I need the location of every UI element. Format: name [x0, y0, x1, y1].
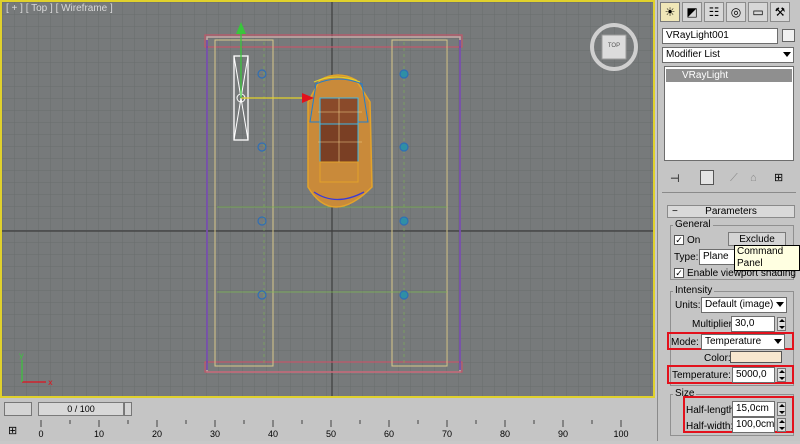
modifier-stack[interactable]: VRayLight — [664, 66, 794, 161]
ruler-tick-label: 30 — [210, 429, 220, 439]
color-label: Color: — [704, 353, 731, 364]
temperature-label: Temperature: — [672, 370, 731, 381]
timeline-prev-button[interactable] — [4, 402, 32, 416]
ruler-tick-label: 100 — [613, 429, 628, 439]
display-tab-monitor-icon[interactable]: ▭ — [748, 2, 768, 22]
half-length-label: Half-length: — [686, 405, 738, 416]
mode-value: Temperature — [705, 336, 762, 347]
half-width-field[interactable]: 100,0cm — [732, 417, 775, 433]
temperature-spinner[interactable] — [777, 368, 786, 382]
car-wireframe — [307, 74, 373, 208]
ruler-tick-label: 10 — [94, 429, 104, 439]
ruler-tick-label: 50 — [326, 429, 336, 439]
command-panel-tooltip: Command Panel — [734, 245, 800, 271]
viewport-shading-checkbox[interactable]: ✓ — [674, 268, 684, 278]
ruler-tick-label: 70 — [442, 429, 452, 439]
motion-tab-icon[interactable]: ◎ — [726, 2, 746, 22]
rollout-collapse-icon: − — [672, 206, 678, 217]
multiplier-label: Multiplier: — [692, 319, 735, 330]
type-value: Plane — [703, 251, 729, 262]
timeline-next-button[interactable] — [124, 402, 132, 416]
frame-ruler-ticks: 0 10 20 30 40 50 60 70 80 90 100 — [38, 420, 629, 439]
viewcube-top-label[interactable]: TOP — [602, 43, 626, 49]
svg-text:y: y — [19, 351, 24, 360]
color-swatch[interactable] — [730, 351, 782, 363]
chevron-down-icon — [774, 339, 782, 344]
on-checkbox[interactable]: ✓ — [674, 235, 684, 245]
show-end-result-icon[interactable] — [700, 170, 714, 185]
intensity-group-title: Intensity — [673, 285, 715, 296]
remove-modifier-icon[interactable]: ⌂ — [750, 172, 757, 184]
object-color-swatch[interactable] — [782, 29, 795, 42]
multiplier-spinner[interactable] — [777, 317, 786, 331]
half-width-spinner[interactable] — [777, 418, 786, 432]
ruler-tick-label: 40 — [268, 429, 278, 439]
pin-stack-icon[interactable]: ⊣ — [670, 172, 680, 185]
modify-tab-icon[interactable]: ◩ — [682, 2, 702, 22]
units-dropdown[interactable]: Default (image) — [701, 297, 787, 313]
exclude-button[interactable]: Exclude — [728, 232, 786, 246]
units-value: Default (image) — [705, 299, 774, 310]
mode-dropdown[interactable]: Temperature — [701, 334, 785, 350]
viewport-label[interactable]: [ + ] [ Top ] [ Wireframe ] — [6, 3, 113, 14]
stack-toolbar: ⊣ ⟋ ⌂ ⊞ — [664, 170, 794, 188]
divider — [662, 192, 796, 193]
svg-text:x: x — [48, 378, 53, 387]
make-unique-icon[interactable]: ⟋ — [730, 172, 738, 185]
parameters-rollout-header[interactable]: − Parameters — [667, 205, 795, 218]
temperature-field[interactable]: 5000,0 — [732, 367, 775, 383]
command-panel-tabs: ☀ ◩ ☷ ◎ ▭ ⚒ — [660, 2, 799, 22]
on-label: On — [687, 235, 701, 246]
general-group-title: General — [673, 219, 713, 230]
modifier-list-label: Modifier List — [666, 49, 720, 60]
top-viewport[interactable]: [ + ] [ Top ] [ Wireframe ] x y TOP — [0, 0, 655, 398]
hierarchy-tab-icon[interactable]: ☷ — [704, 2, 724, 22]
type-label: Type: — [674, 252, 699, 263]
configure-sets-icon[interactable]: ⊞ — [774, 171, 783, 184]
chevron-down-icon — [783, 52, 791, 57]
frame-ruler[interactable]: 0 10 20 30 40 50 60 70 80 90 100 — [36, 420, 656, 441]
create-tab-sun-icon[interactable]: ☀ — [660, 2, 680, 22]
half-width-label: Half-width: — [686, 421, 734, 432]
ruler-tick-label: 20 — [152, 429, 162, 439]
track-bar-icon[interactable]: ⊞ — [8, 424, 17, 437]
ruler-tick-label: 80 — [500, 429, 510, 439]
ruler-tick-label: 0 — [38, 429, 43, 439]
half-length-field[interactable]: 15,0cm — [732, 401, 775, 417]
modifier-list-dropdown[interactable]: Modifier List — [662, 47, 794, 63]
multiplier-field[interactable]: 30,0 — [731, 316, 775, 332]
mode-label: Mode: — [671, 337, 699, 348]
utilities-tab-hammer-icon[interactable]: ⚒ — [770, 2, 790, 22]
ruler-tick-label: 90 — [558, 429, 568, 439]
parameters-title: Parameters — [705, 206, 757, 217]
ruler-tick-label: 60 — [384, 429, 394, 439]
chevron-down-icon — [776, 302, 784, 307]
viewport-canvas[interactable]: x y — [2, 2, 655, 398]
half-length-spinner[interactable] — [777, 402, 786, 416]
object-name-field[interactable]: VRayLight001 — [662, 28, 778, 44]
stack-item-vraylight[interactable]: VRayLight — [666, 69, 792, 82]
command-panel: ☀ ◩ ☷ ◎ ▭ ⚒ VRayLight001 Modifier List V… — [657, 0, 800, 441]
frame-display: 0 / 100 — [67, 404, 95, 414]
time-slider[interactable]: 0 / 100 — [38, 402, 124, 416]
units-label: Units: — [675, 300, 701, 311]
